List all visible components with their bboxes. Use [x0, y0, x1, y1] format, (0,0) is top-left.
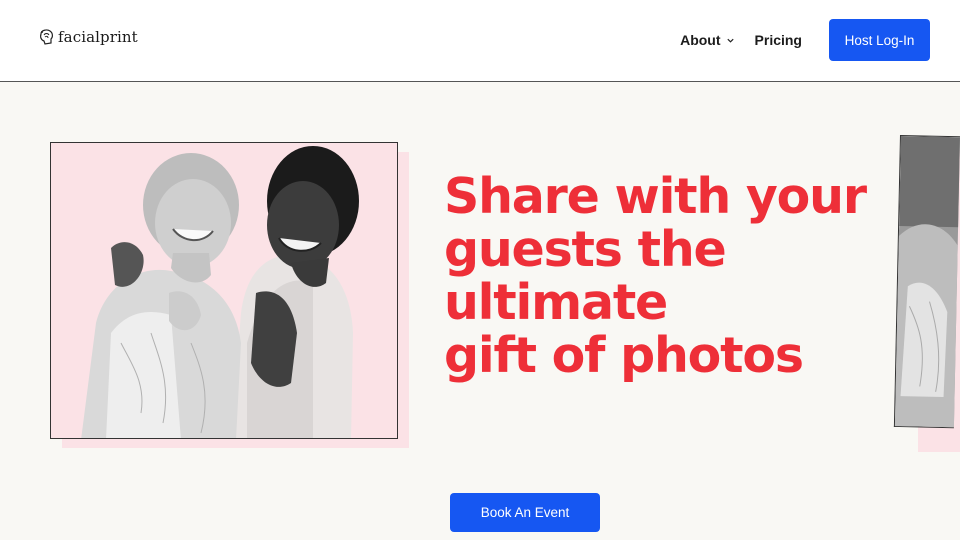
- chevron-down-icon: [726, 38, 734, 43]
- hero-headline: Share with your guests the ultimate gift…: [444, 170, 924, 382]
- side-photo-illustration: [894, 136, 960, 429]
- logo[interactable]: facialprint: [38, 28, 138, 46]
- nav-pricing-label: Pricing: [754, 32, 802, 48]
- hero-photo-illustration: [51, 143, 397, 438]
- main-nav: About Pricing Host Log-In: [680, 19, 930, 61]
- hero-photo: [50, 142, 398, 439]
- nav-about-label: About: [680, 32, 721, 48]
- logo-text: facialprint: [58, 28, 138, 46]
- nav-pricing[interactable]: Pricing: [755, 32, 802, 48]
- headline-line-1: Share with your: [444, 168, 867, 225]
- headline-line-2: guests the: [444, 221, 727, 278]
- side-photo: [893, 135, 960, 429]
- headline-line-4: gift of photos: [444, 327, 804, 384]
- face-fingerprint-icon: [40, 29, 53, 45]
- headline-line-3: ultimate: [444, 274, 668, 331]
- site-header: facialprint About Pricing Host Log-In: [0, 0, 960, 82]
- host-login-button[interactable]: Host Log-In: [829, 19, 930, 61]
- nav-about[interactable]: About: [680, 32, 734, 48]
- book-event-button[interactable]: Book An Event: [450, 493, 600, 532]
